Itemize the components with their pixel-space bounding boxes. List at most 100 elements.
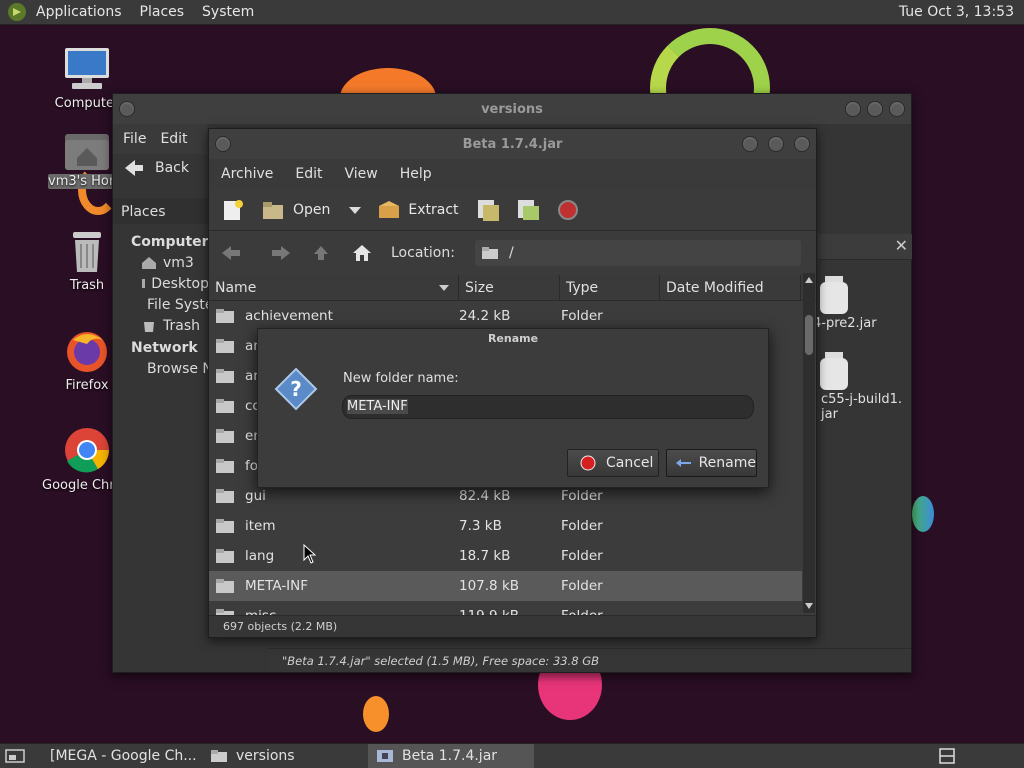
- minimize-button[interactable]: [742, 136, 758, 152]
- sidebar-item-desktop[interactable]: Desktop: [113, 271, 209, 292]
- home-folder-icon: [65, 134, 109, 170]
- maximize-button[interactable]: [768, 136, 784, 152]
- list-item[interactable]: lang 18.7 kB Folder: [209, 541, 802, 571]
- folder-icon: [216, 459, 234, 473]
- versions-statusbar: "Beta 1.7.4.jar" selected (1.5 MB), Free…: [268, 648, 911, 672]
- menu-system[interactable]: System: [202, 4, 254, 20]
- stop-icon[interactable]: [557, 199, 579, 221]
- column-headers: Name Size Type Date Modified: [209, 274, 816, 301]
- add-files-icon[interactable]: [475, 197, 501, 223]
- close-button[interactable]: [794, 136, 810, 152]
- sidebar: Computer vm3 Desktop File System Trash N…: [113, 226, 261, 646]
- folder-icon: [481, 247, 498, 259]
- folder-icon: [211, 750, 227, 762]
- jar-icon: [820, 276, 848, 314]
- versions-titlebar[interactable]: versions: [113, 94, 911, 124]
- column-type[interactable]: Type: [560, 274, 660, 301]
- folder-icon: [216, 399, 234, 413]
- minimize-button[interactable]: [845, 101, 861, 117]
- column-date-modified[interactable]: Date Modified: [660, 274, 801, 301]
- menu-help[interactable]: Help: [400, 166, 432, 182]
- task-chrome[interactable]: [MEGA - Google Ch...: [34, 744, 202, 768]
- wallpaper-teal-blob: [912, 496, 934, 532]
- menu-view[interactable]: View: [345, 166, 378, 182]
- home-icon[interactable]: [351, 243, 373, 263]
- menu-places[interactable]: Places: [140, 4, 185, 20]
- sidebar-item-filesystem[interactable]: File System: [113, 292, 227, 313]
- location-bar: Location: /: [209, 231, 816, 275]
- forward-arrow-icon[interactable]: [269, 243, 293, 263]
- sidebar-item-browse-network[interactable]: Browse Network: [113, 356, 261, 377]
- svg-text:?: ?: [290, 377, 302, 401]
- close-pane-icon[interactable]: ✕: [895, 236, 908, 255]
- extract-button[interactable]: Extract: [408, 202, 458, 218]
- window-menu-button[interactable]: [119, 101, 135, 117]
- open-icon[interactable]: [261, 199, 285, 221]
- archive-titlebar[interactable]: Beta 1.7.4.jar: [209, 129, 816, 159]
- folder-icon: [216, 519, 234, 533]
- scrollbar[interactable]: [803, 273, 815, 613]
- sidebar-item-vm3[interactable]: vm3: [113, 250, 209, 271]
- column-name[interactable]: Name: [209, 274, 459, 301]
- rename-button[interactable]: Rename: [666, 449, 757, 477]
- menu-edit[interactable]: Edit: [160, 131, 187, 147]
- folder-icon: [216, 309, 234, 323]
- menu-applications[interactable]: Applications: [36, 4, 122, 20]
- sidebar-item-trash[interactable]: Trash: [113, 313, 209, 334]
- folder-name-input[interactable]: META-INF: [342, 395, 754, 419]
- list-item-selected[interactable]: META-INF 107.8 kB Folder: [209, 571, 802, 601]
- back-arrow-icon[interactable]: [219, 243, 243, 263]
- file-item-jar[interactable]: 4-pre2.jar: [813, 274, 911, 331]
- question-icon: ?: [274, 367, 318, 411]
- trash-icon: [73, 232, 101, 272]
- scroll-down-icon[interactable]: [803, 601, 815, 611]
- location-label: Location:: [391, 245, 455, 261]
- rename-dialog: Rename ? New folder name: META-INF Cance…: [257, 328, 769, 488]
- close-button[interactable]: [889, 101, 905, 117]
- list-item[interactable]: achievement 24.2 kB Folder: [209, 301, 802, 331]
- folder-icon: [216, 339, 234, 353]
- back-button[interactable]: Back: [121, 158, 189, 178]
- scroll-up-icon[interactable]: [803, 275, 815, 285]
- menu-edit[interactable]: Edit: [295, 166, 322, 182]
- sort-descending-icon: [439, 284, 449, 291]
- folder-icon: [216, 369, 234, 383]
- scrollbar-thumb[interactable]: [805, 315, 813, 355]
- archive-menubar: Archive Edit View Help: [209, 159, 816, 189]
- show-desktop-icon[interactable]: [4, 747, 26, 765]
- list-item[interactable]: item 7.3 kB Folder: [209, 511, 802, 541]
- chrome-icon: [65, 428, 109, 473]
- sidebar-header-computer: Computer: [131, 234, 209, 250]
- cancel-button[interactable]: Cancel: [567, 449, 659, 477]
- task-archive[interactable]: Beta 1.7.4.jar: [368, 743, 534, 768]
- new-archive-icon[interactable]: [221, 198, 245, 222]
- location-field[interactable]: /: [474, 240, 801, 266]
- gnome-foot-icon[interactable]: [6, 1, 28, 23]
- workspace-switcher-icon[interactable]: [938, 747, 956, 765]
- window-menu-button[interactable]: [215, 136, 231, 152]
- clock[interactable]: Tue Oct 3, 13:53: [899, 4, 1014, 20]
- add-folder-icon[interactable]: [515, 197, 541, 223]
- column-size[interactable]: Size: [459, 274, 560, 301]
- top-panel: Applications Places System Tue Oct 3, 13…: [0, 0, 1024, 25]
- task-versions[interactable]: versions: [202, 744, 368, 768]
- up-arrow-icon[interactable]: [311, 243, 331, 263]
- archive-toolbar: Open Extract: [209, 189, 816, 231]
- rename-arrow-icon: [676, 459, 691, 467]
- open-dropdown-icon[interactable]: [348, 205, 362, 215]
- menu-archive[interactable]: Archive: [221, 166, 273, 182]
- cancel-icon: [580, 455, 596, 471]
- computer-icon: [65, 48, 109, 89]
- dialog-prompt: New folder name:: [343, 371, 459, 386]
- maximize-button[interactable]: [867, 101, 883, 117]
- open-button[interactable]: Open: [293, 202, 330, 218]
- file-item-jar[interactable]: c55-j-build1. jar: [813, 350, 911, 422]
- folder-icon: [216, 489, 234, 503]
- mouse-cursor-icon: [303, 544, 317, 564]
- places-label[interactable]: Places: [113, 198, 209, 224]
- jar-icon: [820, 352, 848, 390]
- menu-file[interactable]: File: [123, 131, 146, 147]
- extract-icon[interactable]: [376, 199, 402, 221]
- dialog-title: Rename: [487, 332, 539, 345]
- folder-icon: [216, 579, 234, 593]
